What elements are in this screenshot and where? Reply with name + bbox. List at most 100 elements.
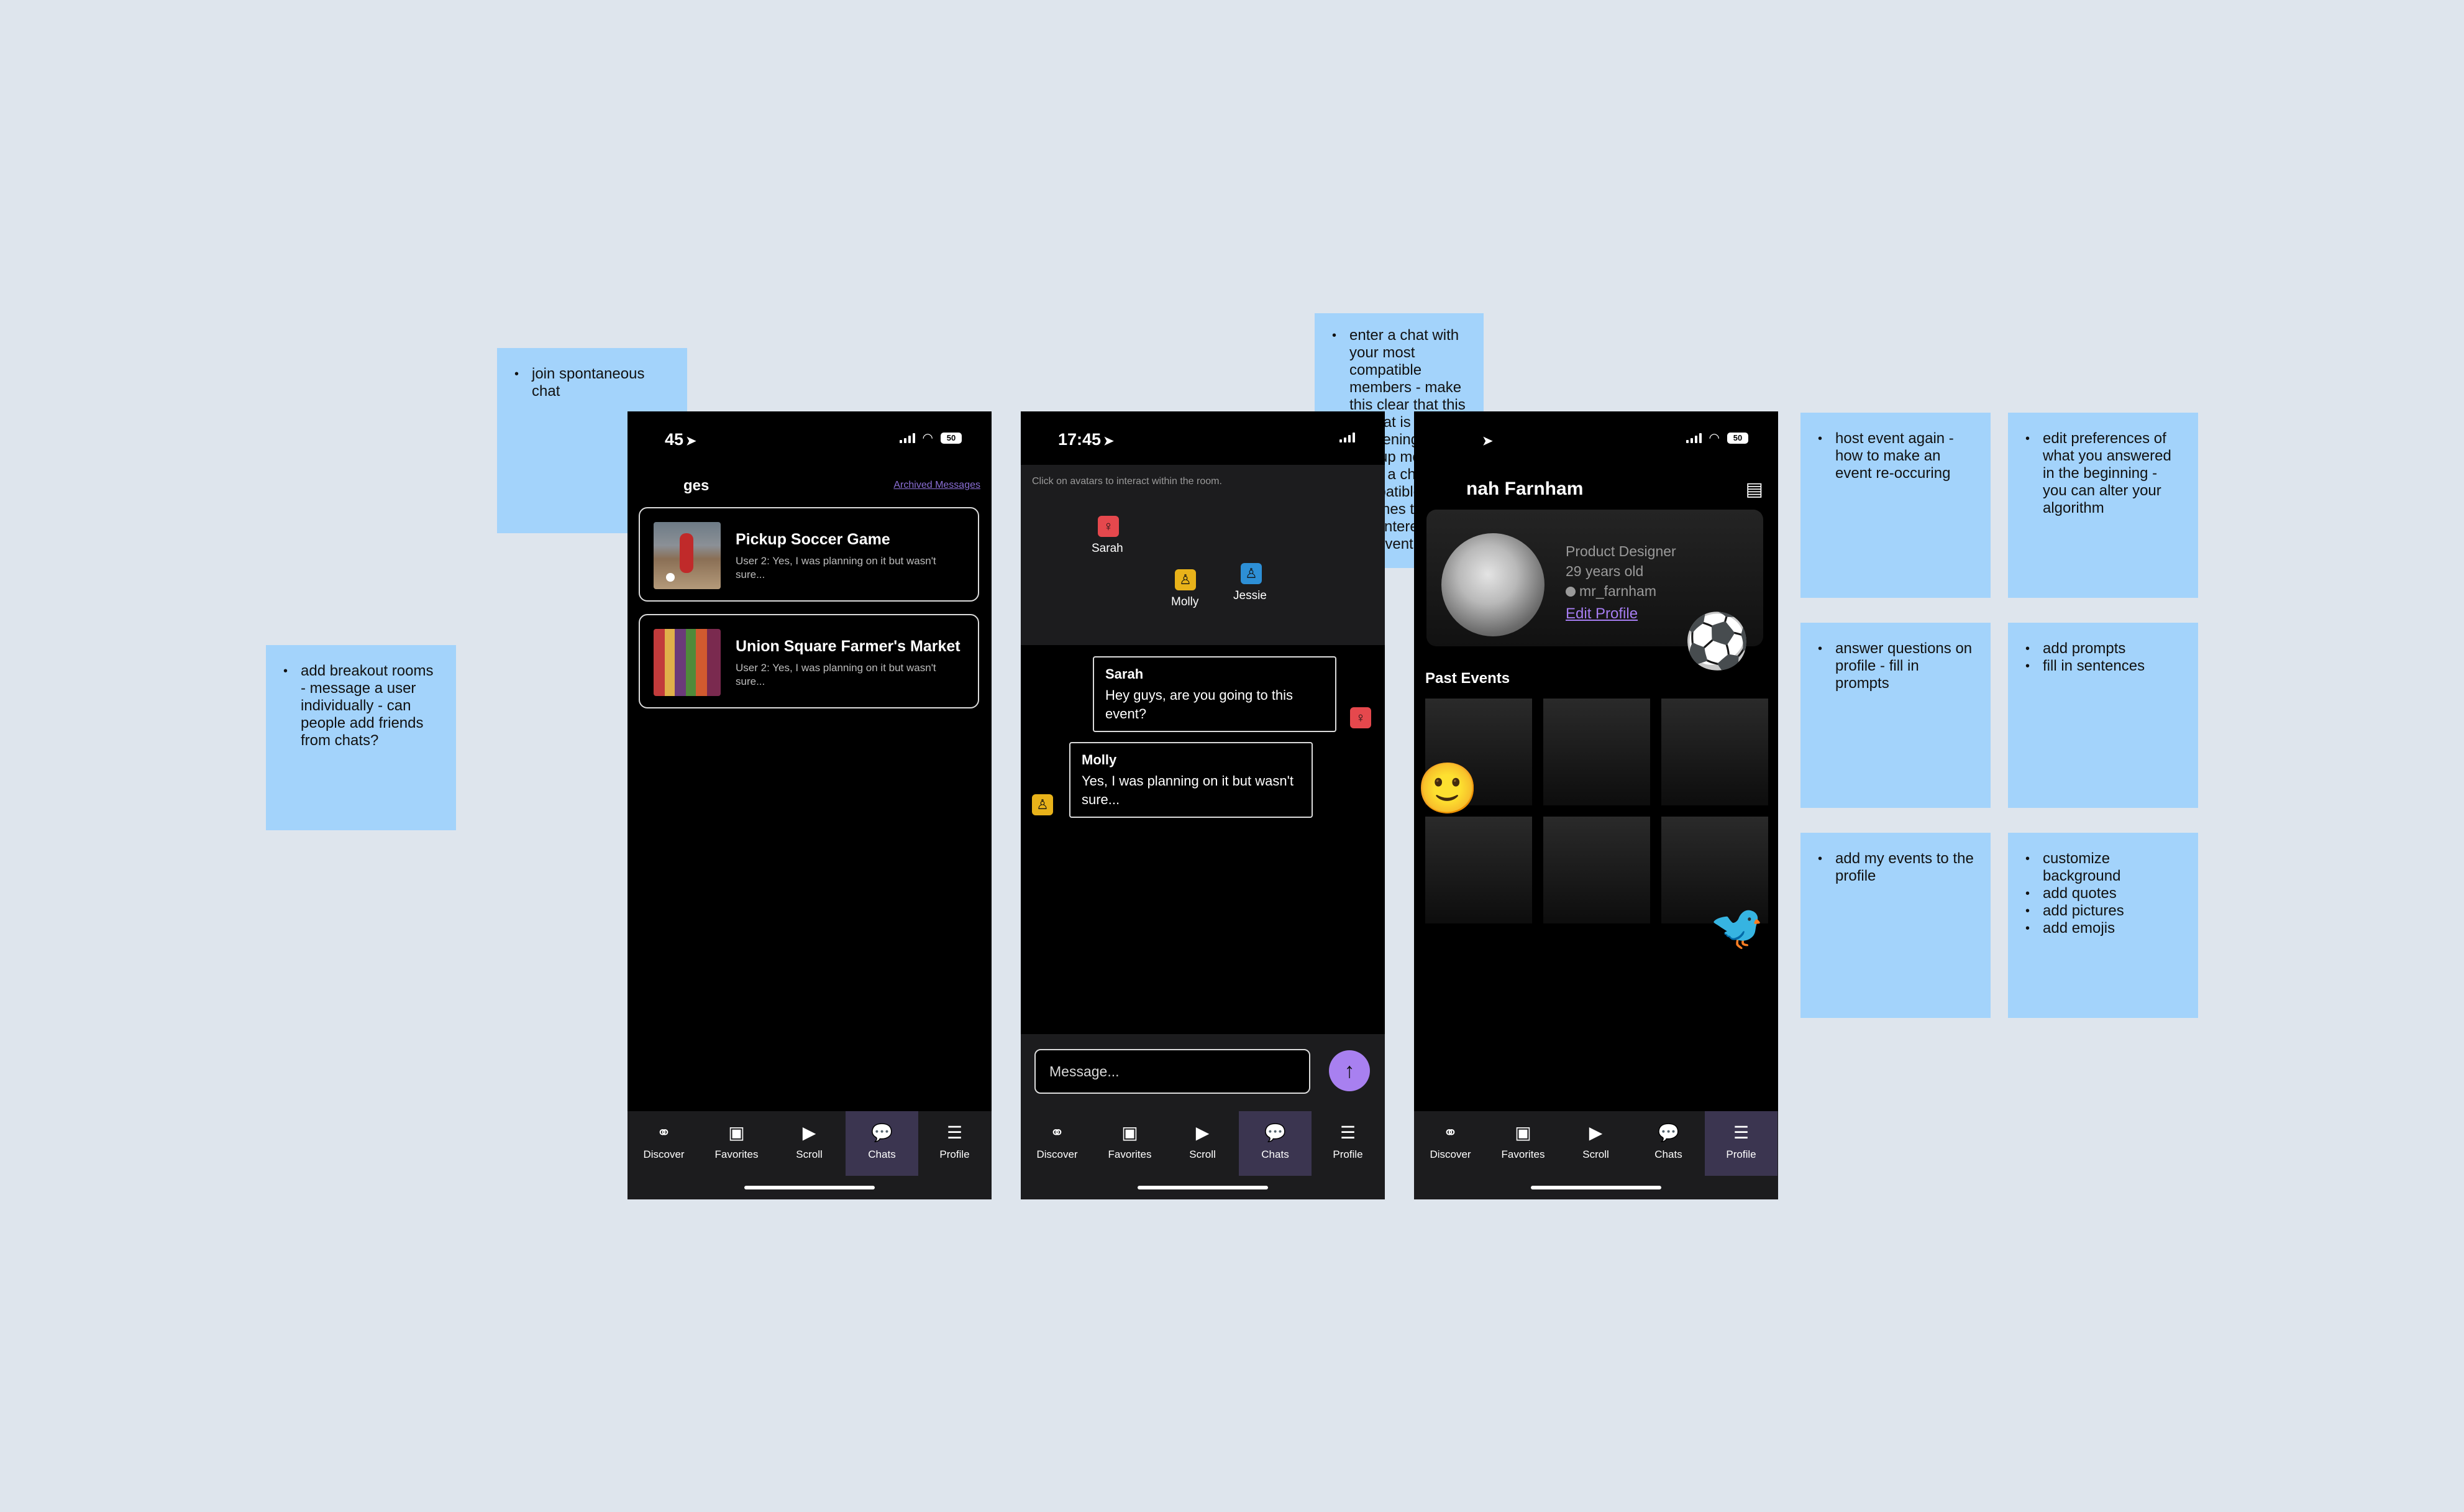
send-button[interactable]: ↑	[1329, 1050, 1370, 1091]
tab-chats[interactable]: 💬 Chats	[846, 1111, 918, 1176]
message-bubble-molly: Molly Yes, I was planning on it but wasn…	[1069, 742, 1313, 818]
past-event-tile[interactable]	[1543, 699, 1650, 805]
tab-favorites[interactable]: ▣ Favorites	[1093, 1111, 1166, 1176]
avatar-room: Click on avatars to interact within the …	[1021, 465, 1385, 645]
sarah-avatar-icon[interactable]: ♀	[1098, 516, 1119, 537]
tab-discover[interactable]: ⚭ Discover	[1414, 1111, 1487, 1176]
message-input[interactable]	[1034, 1049, 1310, 1094]
phone-chat-room-screen: 17:45 ➤ Click on avatars to interact with…	[1021, 411, 1385, 1199]
note-item: host event again - how to make an event …	[1818, 430, 1974, 482]
past-events-header: Past Events	[1425, 670, 1510, 687]
note-item: add prompts	[2025, 640, 2182, 657]
status-time: 45 ➤	[665, 430, 696, 449]
signal-icon	[1686, 433, 1702, 443]
note-item: join spontaneous chat	[514, 365, 671, 400]
archived-messages-link[interactable]: Archived Messages	[893, 480, 980, 491]
home-indicator[interactable]	[744, 1186, 875, 1189]
chat-title: Pickup Soccer Game	[736, 531, 890, 548]
profile-card-icon: ☰	[946, 1123, 963, 1142]
menu-icon[interactable]: ▤	[1746, 479, 1763, 500]
edit-profile-link[interactable]: Edit Profile	[1566, 605, 1638, 623]
avatar-name: Molly	[1171, 595, 1199, 608]
phone-profile-screen: ➤ ◠ 50 nah Farnham ▤ Product Designer 29…	[1414, 411, 1778, 1199]
instagram-icon	[1566, 587, 1576, 597]
sticky-note-breakout-rooms: add breakout rooms - message a user indi…	[266, 645, 456, 830]
sticky-note-host-event-again: host event again - how to make an event …	[1800, 413, 1991, 598]
tab-discover[interactable]: ⚭ Discover	[627, 1111, 700, 1176]
signal-icon	[899, 433, 915, 443]
tab-discover[interactable]: ⚭ Discover	[1021, 1111, 1093, 1176]
location-arrow-icon: ➤	[1103, 434, 1114, 448]
note-item: edit preferences of what you answered in…	[2025, 430, 2182, 517]
status-bar: 45 ➤ ◠ 50	[627, 411, 992, 465]
tab-favorites[interactable]: ▣ Favorites	[1487, 1111, 1559, 1176]
profile-username: mr_farnham	[1566, 583, 1656, 600]
molly-avatar-icon[interactable]: ♙	[1032, 794, 1053, 815]
binoculars-icon: ⚭	[1049, 1123, 1065, 1142]
battery-icon: 50	[1727, 433, 1748, 444]
status-bar: 17:45 ➤	[1021, 411, 1385, 465]
note-item: add pictures	[2025, 902, 2182, 920]
avatar-name: Jessie	[1233, 589, 1267, 602]
soccer-ball-shape	[666, 573, 675, 582]
page-title: ges	[683, 477, 710, 494]
note-item: answer questions on profile - fill in pr…	[1818, 640, 1974, 692]
profile-card-icon: ☰	[1339, 1123, 1356, 1142]
profile-name: nah Farnham	[1466, 479, 1584, 499]
chat-title: Union Square Farmer's Market	[736, 638, 961, 655]
soccer-player-shape	[680, 533, 693, 573]
note-item: add my events to the profile	[1818, 850, 1974, 885]
phone-messages-screen: 45 ➤ ◠ 50 ges Archived Messages Pickup So…	[627, 411, 992, 1199]
home-indicator[interactable]	[1531, 1186, 1661, 1189]
heart-calendar-icon: ▣	[1515, 1123, 1531, 1142]
tab-scroll[interactable]: ▶ Scroll	[773, 1111, 846, 1176]
sticky-note-answer-questions: answer questions on profile - fill in pr…	[1800, 623, 1991, 808]
tab-profile[interactable]: ☰ Profile	[1312, 1111, 1384, 1176]
bird-sticker-icon: 🐦	[1710, 903, 1764, 951]
past-event-tile[interactable]	[1425, 817, 1532, 923]
past-event-tile[interactable]	[1543, 817, 1650, 923]
home-indicator[interactable]	[1138, 1186, 1268, 1189]
note-item: fill in sentences	[2025, 657, 2182, 675]
play-icon: ▶	[1195, 1123, 1210, 1142]
location-arrow-icon: ➤	[1482, 434, 1493, 448]
binoculars-icon: ⚭	[656, 1123, 672, 1142]
molly-avatar-icon[interactable]: ♙	[1175, 569, 1196, 590]
soccer-thumbnail	[654, 522, 721, 589]
signal-icon	[1339, 433, 1355, 442]
wifi-icon: ◠	[922, 431, 933, 445]
status-time: ➤	[1482, 430, 1493, 449]
tab-profile[interactable]: ☰ Profile	[1705, 1111, 1777, 1176]
note-item: customize background	[2025, 850, 2182, 885]
status-bar: ➤ ◠ 50	[1414, 411, 1778, 465]
market-thumbnail	[654, 629, 721, 696]
battery-icon: 50	[941, 433, 962, 444]
chat-preview: User 2: Yes, I was planning on it but wa…	[736, 555, 936, 580]
chat-bubble-icon: 💬	[1658, 1123, 1679, 1142]
note-item: add breakout rooms - message a user indi…	[283, 662, 440, 749]
jessie-avatar-icon[interactable]: ♙	[1241, 563, 1262, 584]
tab-favorites[interactable]: ▣ Favorites	[700, 1111, 773, 1176]
past-event-tile[interactable]	[1661, 699, 1768, 805]
note-item: add emojis	[2025, 920, 2182, 937]
chat-card[interactable]: Pickup Soccer Game User 2: Yes, I was pl…	[639, 507, 979, 602]
sticky-note-add-my-events: add my events to the profile	[1800, 833, 1991, 1018]
tab-chats[interactable]: 💬 Chats	[1632, 1111, 1705, 1176]
status-time: 17:45 ➤	[1058, 430, 1114, 449]
chat-bubble-icon: 💬	[871, 1123, 893, 1142]
tab-scroll[interactable]: ▶ Scroll	[1559, 1111, 1632, 1176]
chat-bubble-icon: 💬	[1264, 1123, 1286, 1142]
smiley-sticker-icon: 🙂	[1417, 761, 1479, 816]
tab-profile[interactable]: ☰ Profile	[918, 1111, 991, 1176]
message-composer: ↑	[1021, 1034, 1385, 1111]
profile-age: 29 years old	[1566, 563, 1644, 579]
avatar-name: Sarah	[1092, 542, 1123, 555]
tab-scroll[interactable]: ▶ Scroll	[1166, 1111, 1239, 1176]
profile-role: Product Designer	[1566, 543, 1676, 559]
room-hint: Click on avatars to interact within the …	[1032, 476, 1222, 487]
sarah-avatar-icon[interactable]: ♀	[1350, 707, 1371, 728]
chat-card[interactable]: Union Square Farmer's Market User 2: Yes…	[639, 614, 979, 708]
profile-card-icon: ☰	[1733, 1123, 1750, 1142]
tab-chats[interactable]: 💬 Chats	[1239, 1111, 1312, 1176]
avatar[interactable]	[1441, 533, 1545, 636]
